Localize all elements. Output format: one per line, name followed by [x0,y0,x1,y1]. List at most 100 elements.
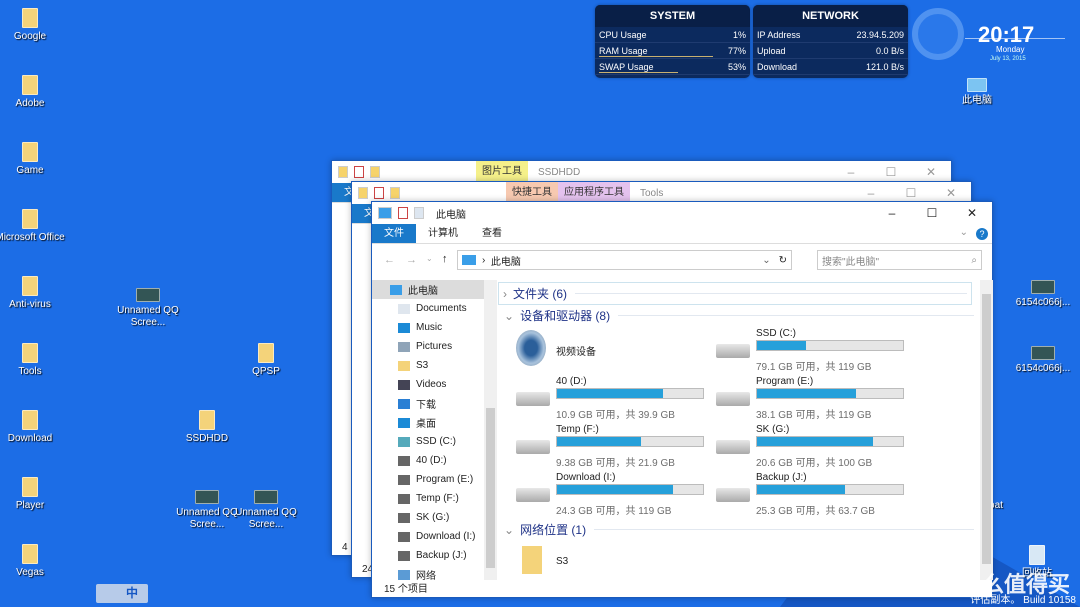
desktop-icon[interactable]: Player [0,477,65,512]
close-button[interactable]: ✕ [952,202,992,224]
recent-locations-button[interactable]: ⌄ [426,254,433,263]
folders-group-header[interactable]: › 文件夹 (6) [498,282,972,305]
desktop-icon-label: SSDHDD [185,433,229,444]
new-folder-icon[interactable] [390,187,400,199]
drive-item[interactable]: Backup (J:) 25.3 GB 可用，共 63.7 GB [716,472,916,517]
explorer-window-this-pc[interactable]: 此电脑 – ☐ ✕ 文件 计算机 查看 ⌄ ? ← → ⌄ ↑ › 此电脑 ⌄ ↻ 搜… [371,201,993,598]
content-scroll-thumb[interactable] [982,294,991,564]
properties-icon[interactable] [354,166,364,178]
folder-icon [22,142,38,162]
folder-icon [199,410,215,430]
title-bar[interactable]: 图片工具 SSDHDD – ☐ ✕ [332,161,951,183]
desktop-icon[interactable]: Download [0,410,65,445]
forward-button[interactable]: → [406,254,417,266]
nav-item[interactable]: Pictures [372,337,484,356]
maximize-button[interactable]: ☐ [871,161,911,183]
drive-item[interactable]: SK (G:) 20.6 GB 可用，共 100 GB [716,424,916,469]
folder-icon [22,8,38,28]
desktop-icon[interactable]: Google [0,8,65,43]
network-item-s3[interactable]: S3 [556,556,568,567]
this-pc-icon [462,255,476,265]
desktop-icon[interactable]: Microsoft Office [0,209,65,244]
ram-value: 77% [727,46,746,56]
devices-group-header[interactable]: ⌄ 设备和驱动器 (8) [504,307,974,324]
drive-name: SSD (C:) [756,328,796,339]
ime-indicator[interactable]: 中 [96,584,148,603]
nav-item[interactable]: S3 [372,356,484,375]
desktop-icon[interactable]: SSDHDD [172,410,242,445]
drive-name: Program (E:) [756,376,814,387]
up-button[interactable]: ↑ [442,253,448,265]
expand-ribbon-icon[interactable]: ⌄ [960,227,968,238]
drive-usage-bar [756,484,904,495]
address-dropdown-icon[interactable]: ⌄ [762,255,770,266]
desktop-icon[interactable]: 此电脑 [942,72,1012,107]
drive-item[interactable]: SSD (C:) 79.1 GB 可用，共 119 GB [716,328,916,373]
new-folder-icon[interactable] [414,207,424,219]
refresh-icon[interactable]: ↻ [779,255,787,266]
drive-space-text: 25.3 GB 可用，共 63.7 GB [756,506,875,517]
nav-item[interactable]: Program (E:) [372,470,484,489]
nav-item[interactable]: Videos [372,375,484,394]
cpu-label: CPU Usage [599,30,647,40]
drive-name: Backup (J:) [756,472,807,483]
drive-item[interactable]: Program (E:) 38.1 GB 可用，共 119 GB [716,376,916,421]
desktop-icon[interactable]: 6154c066j... [1008,340,1078,375]
network-group-header[interactable]: ⌄ 网络位置 (1) [504,521,974,538]
desktop-icon[interactable]: QPSP [231,343,301,378]
nav-item-label: Download (I:) [416,531,476,542]
desktop-icon[interactable]: Unnamed QQ Scree... [113,282,183,329]
desktop-icon[interactable]: Anti-virus [0,276,65,311]
nav-scrollbar[interactable] [484,280,497,580]
nav-item[interactable]: Temp (F:) [372,489,484,508]
address-bar[interactable]: › 此电脑 ⌄ ↻ [457,250,792,270]
nav-item-icon [398,379,410,390]
nav-item[interactable]: 下载 [372,394,484,413]
drive-item[interactable]: Download (I:) 24.3 GB 可用，共 119 GB [516,472,716,517]
minimize-button[interactable]: – [872,202,912,224]
nav-item[interactable]: 此电脑 [372,280,484,299]
image-icon [195,490,219,504]
close-button[interactable]: ✕ [911,161,951,183]
upload-label: Upload [757,46,786,56]
properties-icon[interactable] [398,207,408,219]
help-icon[interactable]: ? [976,228,988,240]
nav-item[interactable]: Backup (J:) [372,546,484,565]
tab-computer[interactable]: 计算机 [416,224,470,243]
desktop-icon[interactable]: Tools [0,343,65,378]
desktop-icon-label: Player [15,500,45,511]
video-device[interactable]: 视频设备 [556,343,596,358]
drive-usage-fill [557,485,674,494]
maximize-button[interactable]: ☐ [912,202,952,224]
tab-file[interactable]: 文件 [372,224,416,243]
desktop-icon[interactable]: Game [0,142,65,177]
tab-view[interactable]: 查看 [470,224,514,243]
desktop-icon[interactable]: 6154c066j... [1008,274,1078,309]
nav-item-label: 此电脑 [408,286,438,297]
nav-item[interactable]: Music [372,318,484,337]
title-bar[interactable]: 此电脑 – ☐ ✕ [372,202,992,224]
desktop-icon[interactable]: Vegas [0,544,65,579]
system-widget: SYSTEM CPU Usage 1% RAM Usage 77% SWAP Usa… [595,5,750,78]
nav-item[interactable]: 40 (D:) [372,451,484,470]
ram-usage-bar [599,56,713,57]
desktop-icon[interactable]: Adobe [0,75,65,110]
swap-value: 53% [727,62,746,72]
content-scrollbar[interactable] [980,280,993,580]
nav-item[interactable]: Documents [372,299,484,318]
cpu-row: CPU Usage 1% [595,27,750,43]
nav-item[interactable]: SSD (C:) [372,432,484,451]
properties-icon[interactable] [374,187,384,199]
search-input[interactable]: 搜索"此电脑" ⌕ [817,250,982,270]
picture-tools-tab[interactable]: 图片工具 [476,161,528,183]
nav-item[interactable]: Download (I:) [372,527,484,546]
desktop-icon[interactable]: Unnamed QQ Scree... [231,484,301,531]
nav-item[interactable]: 桌面 [372,413,484,432]
drive-item[interactable]: Temp (F:) 9.38 GB 可用，共 21.9 GB [516,424,716,469]
minimize-button[interactable]: – [831,161,871,183]
drive-item[interactable]: 40 (D:) 10.9 GB 可用，共 39.9 GB [516,376,716,421]
new-folder-icon[interactable] [370,166,380,178]
back-button[interactable]: ← [384,254,395,266]
nav-item[interactable]: SK (G:) [372,508,484,527]
nav-scroll-thumb[interactable] [486,408,495,568]
